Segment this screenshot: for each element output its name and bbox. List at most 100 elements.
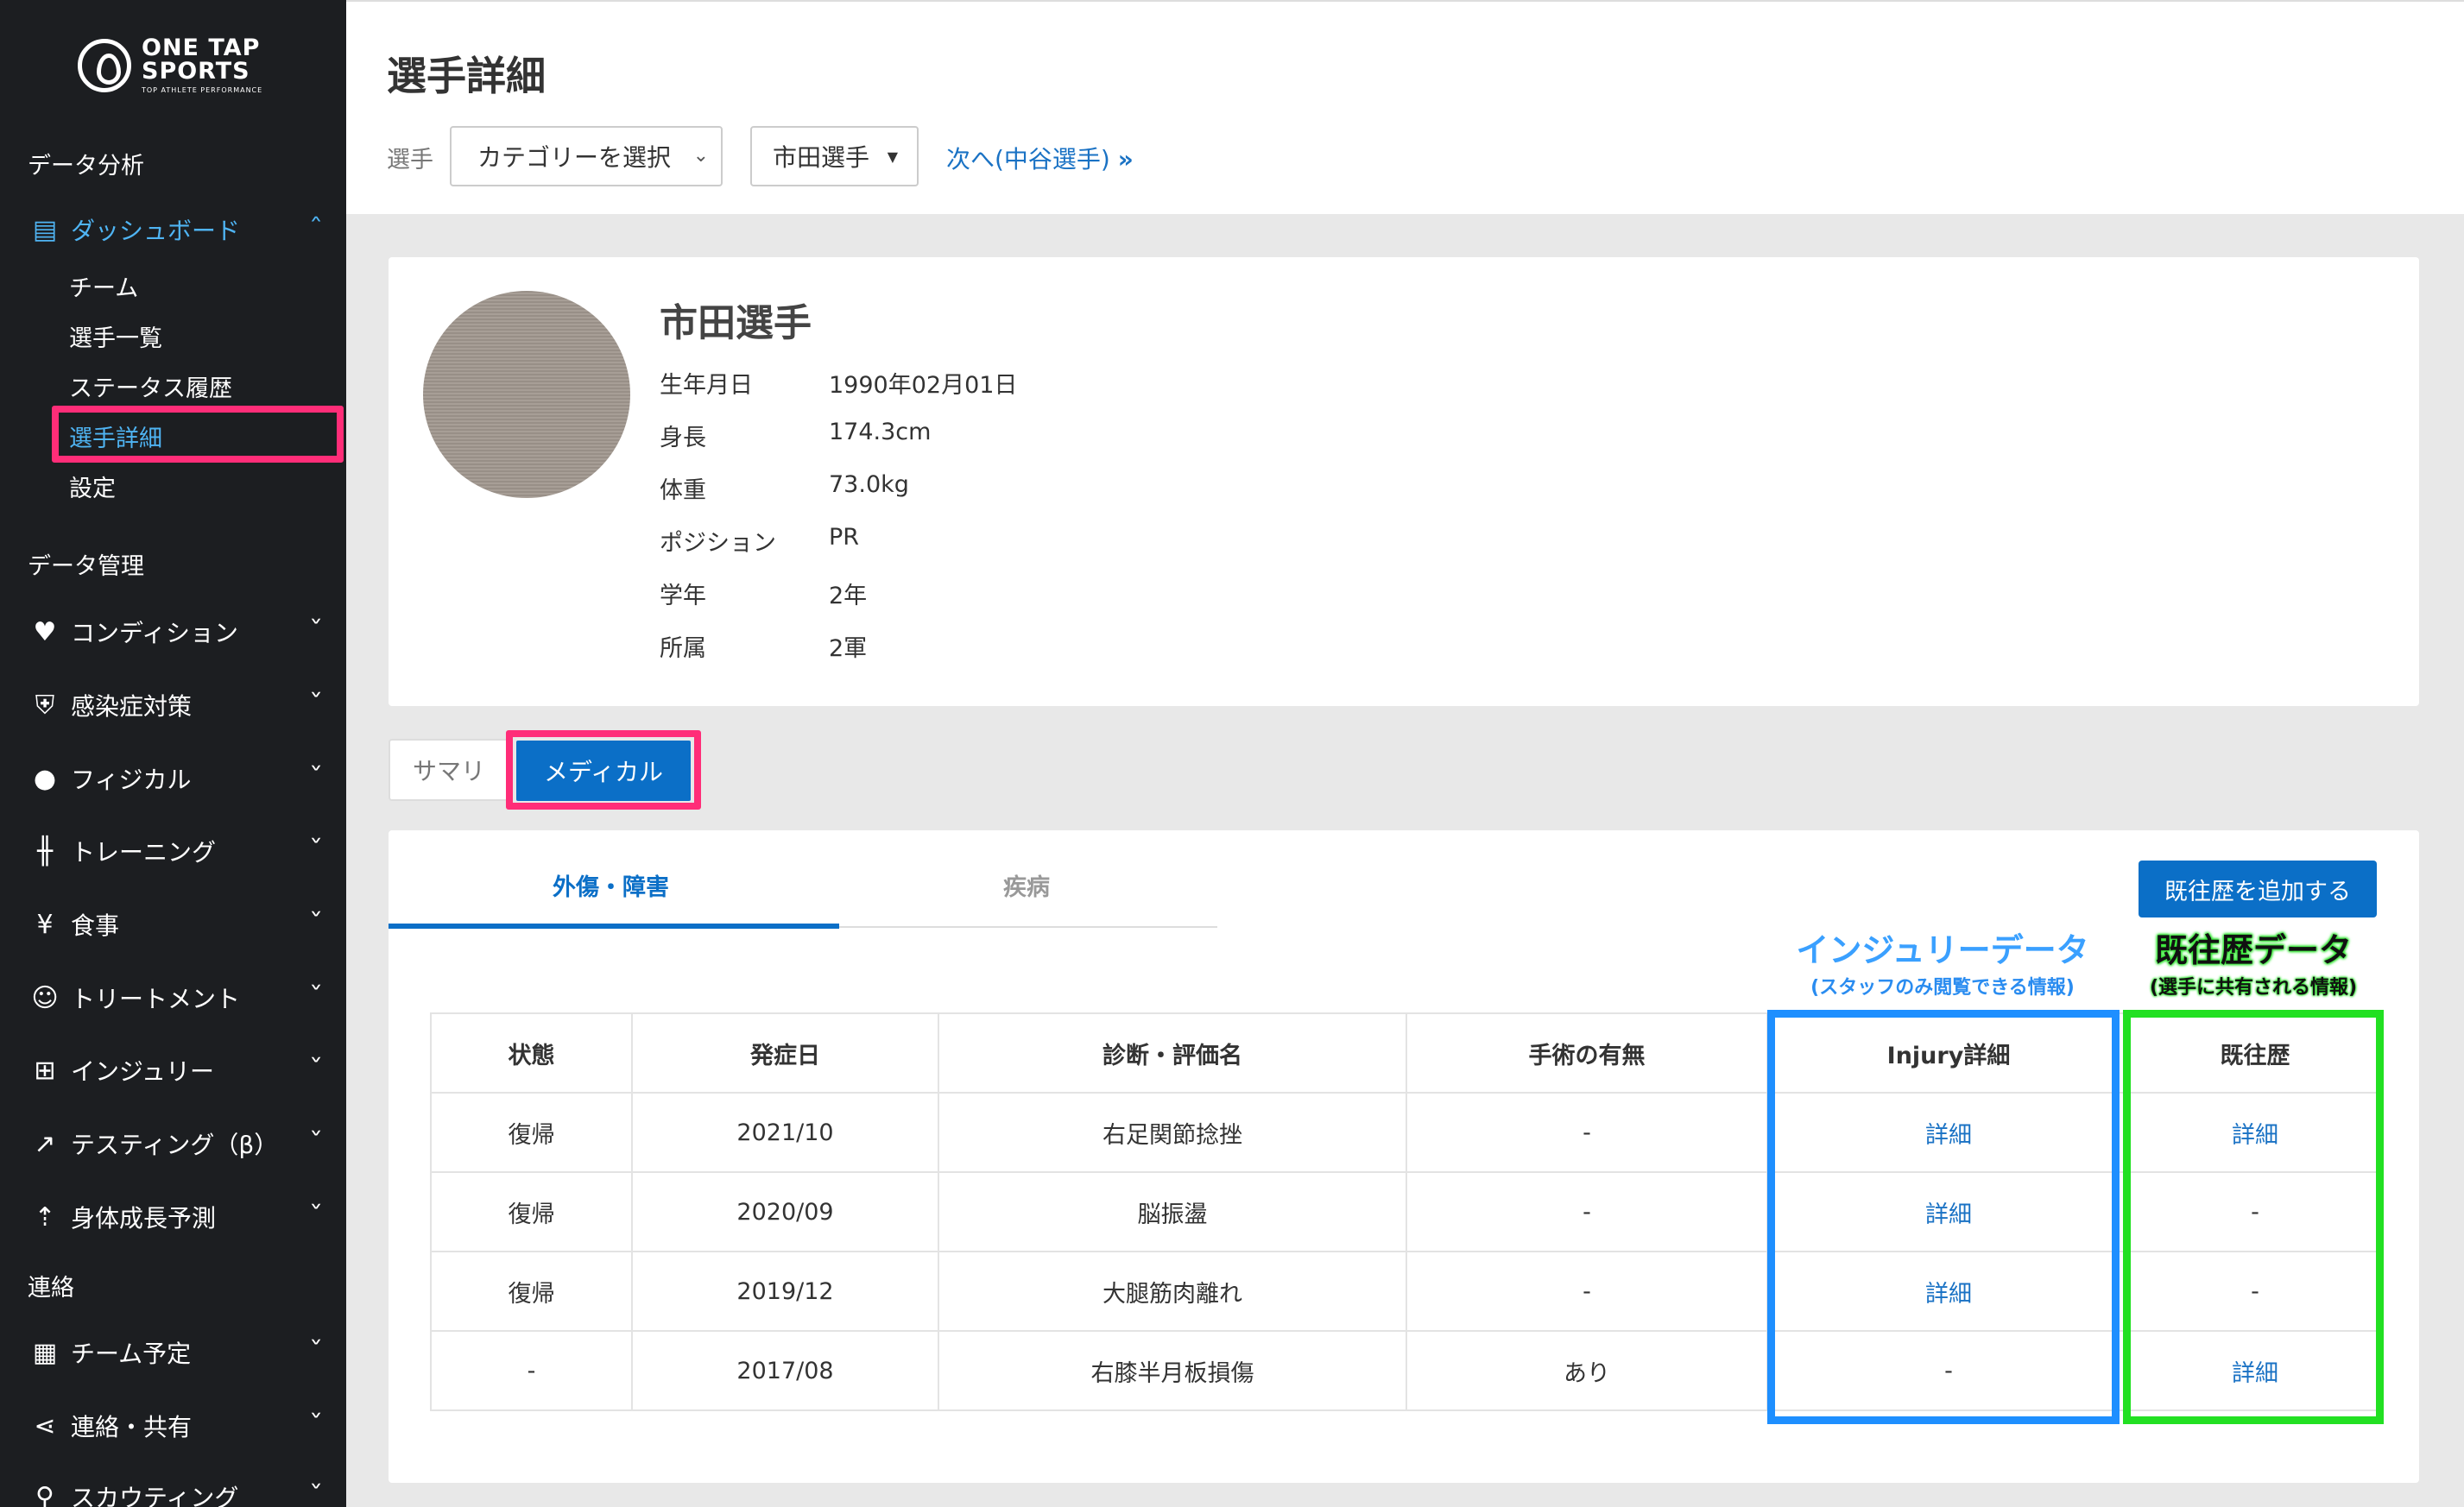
sidebar-item-label: スカウティング — [71, 1484, 239, 1507]
chevron-down-icon: ˅ — [308, 1128, 324, 1152]
heart-pulse-icon: ♥ — [33, 616, 57, 647]
highlight-history-column — [2123, 1010, 2384, 1424]
section-data-analysis: データ分析 — [28, 153, 144, 180]
col-header-status: 状態 — [430, 1012, 633, 1094]
sidebar-item-label: トレーニング — [71, 838, 217, 867]
player-select-value: 市田選手 — [773, 143, 870, 172]
sidebar-item-meal[interactable]: ¥ 食事 ˅ — [28, 905, 324, 943]
sidebar-item-label: ダッシュボード — [71, 217, 241, 245]
avatar — [423, 291, 630, 498]
sidebar-item-label: インジュリー — [71, 1057, 215, 1086]
sidebar-item-label: トリートメント — [71, 985, 241, 1013]
sidebar-item-physical[interactable]: ● フィジカル ˅ — [28, 760, 323, 798]
sidebar-item-label: 連絡・共有 — [71, 1413, 193, 1441]
chevron-down-icon: ˅ — [308, 690, 324, 714]
col-header-surgery: 手術の有無 — [1406, 1012, 1768, 1094]
dumbbell-icon: ╫ — [36, 835, 54, 867]
category-select[interactable]: カテゴリーを選択 ⌄ — [450, 126, 723, 186]
next-player-link[interactable]: 次へ(中谷選手) » — [946, 141, 1134, 175]
annotation-history-title: 既往歴データ — [2154, 931, 2352, 969]
utensils-icon: ¥ — [36, 909, 54, 940]
cell-diagnosis: 大腿筋肉離れ — [938, 1251, 1407, 1332]
brand-logo[interactable]: ONE TAP SPORTS TOP ATHLETE PERFORMANCE — [78, 36, 262, 94]
annotation-injury-title: インジュリーデータ — [1796, 931, 2089, 969]
chevron-down-icon: ˅ — [308, 909, 324, 933]
cell-status: 復帰 — [430, 1092, 633, 1173]
sidebar-sub-status-history[interactable]: ステータス履歴 — [69, 369, 232, 403]
cell-diagnosis: 脳振盪 — [938, 1171, 1407, 1252]
sidebar-item-label: 感染症対策 — [71, 692, 193, 721]
sidebar-item-testing[interactable]: ↗ テスティング（β） ˅ — [28, 1125, 324, 1163]
sidebar-item-team-schedule[interactable]: ▦ チーム予定 ˅ — [28, 1334, 324, 1371]
subtab-injury[interactable]: 外傷・障害 — [553, 868, 669, 902]
sidebar-item-injury[interactable]: ⊞ インジュリー ˅ — [28, 1051, 324, 1089]
highlight-player-detail — [52, 406, 344, 463]
profile-label: 体重 — [660, 477, 706, 504]
sidebar-item-label: コンディション — [71, 619, 239, 647]
tab-summary[interactable]: サマリ — [389, 739, 509, 801]
cell-onset: 2017/08 — [631, 1330, 939, 1411]
doctor-icon: ☺ — [31, 982, 59, 1013]
share-icon: ⋖ — [34, 1410, 56, 1441]
profile-value: PR — [829, 524, 860, 551]
sidebar-item-contact-share[interactable]: ⋖ 連絡・共有 ˅ — [28, 1407, 324, 1445]
double-chevron-right-icon: » — [1117, 145, 1134, 173]
profile-label: 所属 — [660, 635, 706, 662]
profile-value: 174.3cm — [829, 419, 932, 445]
chevron-down-icon: ˅ — [308, 1410, 324, 1434]
chevron-down-icon: ˅ — [308, 1481, 324, 1505]
profile-value: 1990年02月01日 — [829, 372, 1018, 399]
player-select[interactable]: 市田選手 ▼ — [750, 126, 919, 186]
highlight-injury-column — [1767, 1010, 2120, 1424]
sidebar-item-condition[interactable]: ♥ コンディション ˅ — [28, 613, 324, 651]
profile-value: 73.0kg — [829, 471, 909, 498]
add-history-button[interactable]: 既往歴を追加する — [2139, 861, 2377, 917]
cell-status: - — [430, 1330, 633, 1411]
player-filter-label: 選手 — [387, 147, 433, 173]
sidebar-item-growth[interactable]: ⇡ 身体成長予測 ˅ — [28, 1198, 324, 1236]
calendar-icon: ▦ — [32, 1337, 58, 1368]
sidebar: ONE TAP SPORTS TOP ATHLETE PERFORMANCE デ… — [0, 0, 346, 1507]
cell-surgery: - — [1406, 1171, 1768, 1252]
sidebar-item-label: テスティング（β） — [71, 1131, 279, 1159]
profile-label: ポジション — [660, 530, 776, 557]
sidebar-sub-team[interactable]: チーム — [69, 269, 138, 303]
chevron-down-icon: ˅ — [308, 982, 324, 1006]
profile-label: 生年月日 — [660, 372, 753, 399]
next-player-label: 次へ(中谷選手) — [946, 145, 1110, 173]
cell-onset: 2020/09 — [631, 1171, 939, 1252]
profile-label: 学年 — [660, 583, 706, 609]
sidebar-item-training[interactable]: ╫ トレーニング ˅ — [28, 832, 323, 870]
chevron-down-icon: ˅ — [308, 1337, 324, 1361]
annotation-injury-sub: (スタッフのみ閲覧できる情報) — [1810, 977, 2075, 999]
chevron-down-icon: ˅ — [308, 1201, 324, 1226]
chevron-down-icon: ˅ — [308, 1055, 324, 1079]
brand-tagline: TOP ATHLETE PERFORMANCE — [142, 86, 263, 94]
player-name: 市田選手 — [660, 301, 812, 345]
chevron-up-icon: ˄ — [308, 214, 324, 238]
sidebar-item-label: フィジカル — [71, 766, 192, 794]
col-header-diagnosis: 診断・評価名 — [938, 1012, 1407, 1094]
sidebar-item-dashboard[interactable]: ▤ ダッシュボード ˄ — [28, 211, 324, 249]
sidebar-item-scouting[interactable]: ⚲ スカウティング ˅ — [28, 1478, 324, 1507]
child-grow-icon: ⇡ — [34, 1201, 56, 1233]
cell-onset: 2019/12 — [631, 1251, 939, 1332]
cell-diagnosis: 右膝半月板損傷 — [938, 1330, 1407, 1411]
sidebar-item-infection[interactable]: ⛨ 感染症対策 ˅ — [28, 686, 324, 724]
section-data-manage: データ管理 — [28, 553, 144, 580]
cell-status: 復帰 — [430, 1251, 633, 1332]
cell-surgery: - — [1406, 1092, 1768, 1173]
caret-down-icon: ▼ — [887, 148, 898, 165]
subtab-illness[interactable]: 疾病 — [1003, 868, 1050, 902]
brand-mark-icon — [78, 38, 131, 92]
cell-diagnosis: 右足関節捻挫 — [938, 1092, 1407, 1173]
sidebar-item-label: 身体成長予測 — [71, 1204, 217, 1233]
highlight-medical-tab — [506, 730, 701, 810]
annotation-history-sub: (選手に共有される情報) — [2149, 977, 2358, 999]
sidebar-item-label: チーム予定 — [71, 1340, 192, 1368]
sidebar-item-label: 食事 — [71, 911, 120, 940]
sidebar-sub-player-list[interactable]: 選手一覧 — [69, 319, 162, 353]
sidebar-item-treatment[interactable]: ☺ トリートメント ˅ — [28, 979, 324, 1017]
subtab-active-indicator — [389, 924, 839, 929]
sidebar-sub-settings[interactable]: 設定 — [69, 470, 116, 503]
